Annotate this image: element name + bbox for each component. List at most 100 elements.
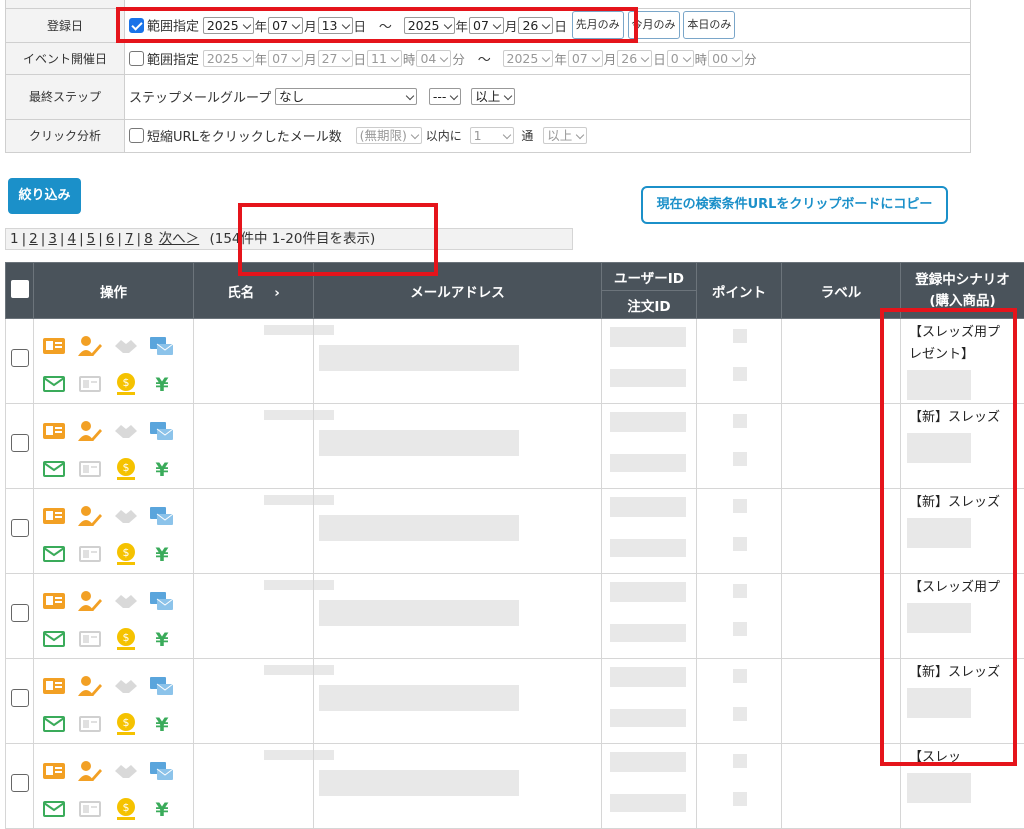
user-edit-icon[interactable] [77,504,103,528]
row-checkbox[interactable] [11,519,29,537]
event-from-hour-select[interactable]: 11 [367,50,402,67]
handshake-icon[interactable] [113,674,139,698]
user-edit-icon[interactable] [77,589,103,613]
table-row[interactable]: $ ¥ 【スレッズ用プレゼント】 [6,319,1024,404]
id-card-icon[interactable] [41,419,67,443]
mail-icon[interactable] [41,542,67,566]
card-icon[interactable] [77,372,103,396]
row-checkbox[interactable] [11,604,29,622]
yen-icon[interactable]: ¥ [149,712,175,736]
event-to-year-select[interactable]: 2025 [503,50,554,67]
card-icon[interactable] [77,627,103,651]
mail-transfer-icon[interactable] [149,589,175,613]
handshake-icon[interactable] [113,589,139,613]
id-card-icon[interactable] [41,589,67,613]
page-link-4[interactable]: 4 [67,231,76,247]
page-link-3[interactable]: 3 [48,231,57,247]
page-link-6[interactable]: 6 [106,231,115,247]
reg-from-month-select[interactable]: 07 [268,17,303,34]
reg-from-year-select[interactable]: 2025 [203,17,254,34]
user-edit-icon[interactable] [77,419,103,443]
table-row[interactable]: $ ¥ 【新】スレッズ [6,659,1024,744]
event-from-year-select[interactable]: 2025 [203,50,254,67]
reg-range-checkbox[interactable] [129,18,144,33]
header-name[interactable]: 氏名› [194,263,314,319]
id-card-icon[interactable] [41,504,67,528]
handshake-icon[interactable] [113,504,139,528]
event-to-min-select[interactable]: 00 [708,50,743,67]
coin-icon[interactable]: $ [113,627,139,651]
mail-transfer-icon[interactable] [149,674,175,698]
row-checkbox[interactable] [11,774,29,792]
last-month-button[interactable]: 先月のみ [572,11,624,39]
user-edit-icon[interactable] [77,759,103,783]
coin-icon[interactable]: $ [113,797,139,821]
click-period-select[interactable]: (無期限) [356,127,422,144]
mail-transfer-icon[interactable] [149,759,175,783]
coin-icon[interactable]: $ [113,372,139,396]
click-url-checkbox[interactable] [129,128,144,143]
click-compare-select[interactable]: 以上 [543,127,587,144]
event-to-month-select[interactable]: 07 [568,50,603,67]
yen-icon[interactable]: ¥ [149,627,175,651]
mail-icon[interactable] [41,457,67,481]
step-compare-select[interactable]: 以上 [471,88,515,105]
mail-transfer-icon[interactable] [149,504,175,528]
handshake-icon[interactable] [113,334,139,358]
yen-icon[interactable]: ¥ [149,797,175,821]
table-row[interactable]: $ ¥ 【新】スレッズ [6,404,1024,489]
reg-to-day-select[interactable]: 26 [518,17,553,34]
event-to-hour-select[interactable]: 0 [667,50,694,67]
select-all-checkbox[interactable] [11,280,29,298]
copy-search-url-button[interactable]: 現在の検索条件URLをクリップボードにコピー [641,186,948,224]
page-link-5[interactable]: 5 [87,231,96,247]
mail-transfer-icon[interactable] [149,334,175,358]
step-number-select[interactable]: --- [429,88,462,105]
step-group-select[interactable]: なし [275,88,417,105]
filter-submit-button[interactable]: 絞り込み [8,178,81,214]
coin-icon[interactable]: $ [113,712,139,736]
card-icon[interactable] [77,542,103,566]
page-link-7[interactable]: 7 [125,231,134,247]
row-checkbox[interactable] [11,434,29,452]
id-card-icon[interactable] [41,674,67,698]
next-page-link[interactable]: 次へ＞ [159,231,200,247]
mail-icon[interactable] [41,712,67,736]
coin-icon[interactable]: $ [113,457,139,481]
today-button[interactable]: 本日のみ [683,11,735,39]
table-row[interactable]: $ ¥ 【スレッ [6,744,1024,829]
mail-icon[interactable] [41,797,67,821]
this-month-button[interactable]: 今月のみ [628,11,680,39]
mail-icon[interactable] [41,372,67,396]
table-row[interactable]: $ ¥ 【スレッズ用プ [6,574,1024,659]
coin-icon[interactable]: $ [113,542,139,566]
yen-icon[interactable]: ¥ [149,372,175,396]
row-checkbox[interactable] [11,349,29,367]
card-icon[interactable] [77,457,103,481]
reg-to-month-select[interactable]: 07 [469,17,504,34]
yen-icon[interactable]: ¥ [149,542,175,566]
event-range-checkbox[interactable] [129,51,144,66]
event-to-day-select[interactable]: 26 [617,50,652,67]
click-count-select[interactable]: 1 [470,127,514,144]
handshake-icon[interactable] [113,759,139,783]
reg-to-year-select[interactable]: 2025 [404,17,455,34]
event-from-day-select[interactable]: 27 [318,50,353,67]
user-edit-icon[interactable] [77,334,103,358]
page-link-8[interactable]: 8 [144,231,153,247]
page-link-2[interactable]: 2 [29,231,38,247]
row-checkbox[interactable] [11,689,29,707]
id-card-icon[interactable] [41,759,67,783]
mail-icon[interactable] [41,627,67,651]
handshake-icon[interactable] [113,419,139,443]
event-from-min-select[interactable]: 04 [416,50,451,67]
yen-icon[interactable]: ¥ [149,457,175,481]
card-icon[interactable] [77,712,103,736]
event-from-month-select[interactable]: 07 [268,50,303,67]
card-icon[interactable] [77,797,103,821]
table-row[interactable]: $ ¥ 【新】スレッズ [6,489,1024,574]
user-edit-icon[interactable] [77,674,103,698]
reg-from-day-select[interactable]: 13 [318,17,353,34]
id-card-icon[interactable] [41,334,67,358]
mail-transfer-icon[interactable] [149,419,175,443]
